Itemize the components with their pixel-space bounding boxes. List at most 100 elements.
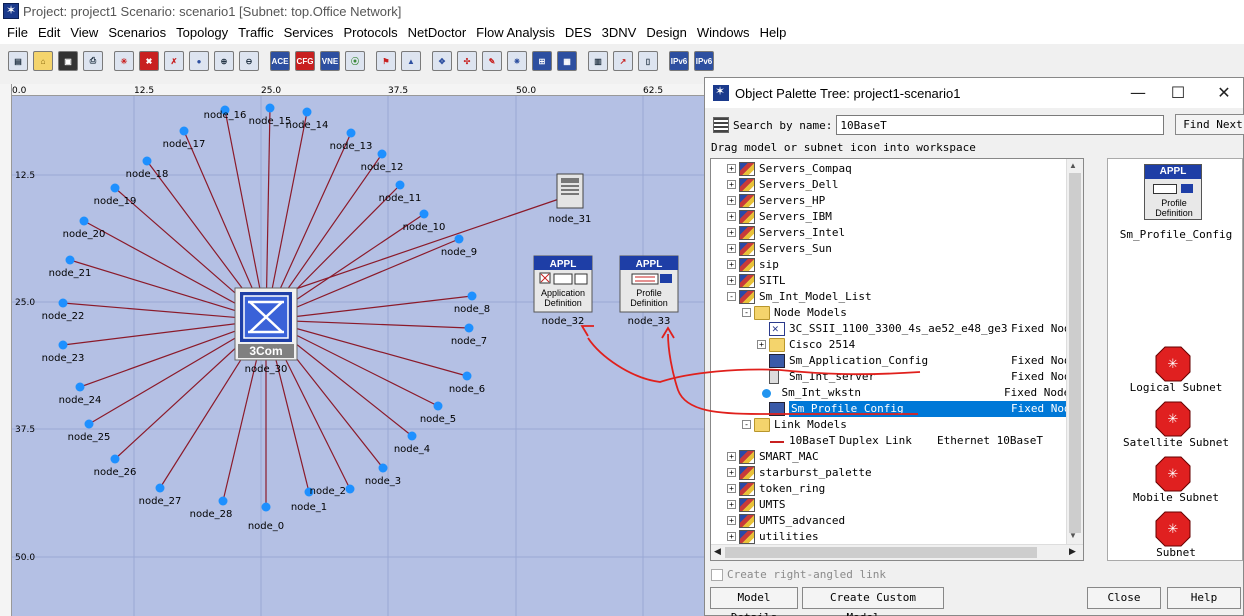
workstation-node[interactable]	[464, 323, 474, 333]
collapse-icon[interactable]: -	[742, 420, 751, 429]
tree-item[interactable]: Sm_Application_Config Fixed Node	[711, 353, 1083, 369]
zoom-in-icon[interactable]: ⊕	[214, 51, 234, 71]
workstation-node[interactable]	[407, 431, 417, 441]
tree-item[interactable]: + Servers_Sun	[711, 241, 1083, 257]
tree-item[interactable]: - Link Models	[711, 417, 1083, 433]
tree-hscroll-thumb[interactable]	[725, 547, 1037, 558]
menu-help[interactable]: Help	[755, 23, 792, 43]
tree-item[interactable]: + Servers_Intel	[711, 225, 1083, 241]
menu-topology[interactable]: Topology	[171, 23, 233, 43]
tree-item[interactable]: Sm_Int_server Fixed Node	[711, 369, 1083, 385]
workstation-node[interactable]	[75, 382, 85, 392]
tree-icon[interactable]: ⊞	[532, 51, 552, 71]
collapse-icon[interactable]: -	[727, 292, 736, 301]
tree-horizontal-scrollbar[interactable]: ◀ ▶	[711, 544, 1083, 560]
fail-icon[interactable]: ✗	[164, 51, 184, 71]
workstation-node[interactable]	[419, 209, 429, 219]
ipv6-icon[interactable]: IPv6	[669, 51, 689, 71]
workstation-node[interactable]	[378, 463, 388, 473]
expand-icon[interactable]: +	[727, 164, 736, 173]
tree-item[interactable]: Sm_Profile_Config Fixed Node	[711, 401, 1083, 417]
hub-node-30[interactable]: 3Com	[234, 287, 298, 361]
workstation-node[interactable]	[218, 496, 228, 506]
menu-3dnv[interactable]: 3DNV	[597, 23, 642, 43]
close-button[interactable]: Close	[1087, 587, 1161, 609]
tree-item[interactable]: + Servers_Compaq	[711, 161, 1083, 177]
tree-vscroll-thumb[interactable]	[1069, 173, 1081, 533]
workstation-node[interactable]	[110, 454, 120, 464]
open-icon[interactable]: ⌂	[33, 51, 53, 71]
ios-icon[interactable]: ▦	[557, 51, 577, 71]
cfg-icon[interactable]: CFG	[295, 51, 315, 71]
expand-icon[interactable]: +	[757, 340, 766, 349]
expand-icon[interactable]: +	[727, 212, 736, 221]
workstation-node[interactable]	[79, 216, 89, 226]
right-angled-link-option[interactable]: Create right-angled link	[711, 568, 886, 581]
tree-item[interactable]: + Cisco 2514	[711, 337, 1083, 353]
menu-services[interactable]: Services	[279, 23, 339, 43]
close-window-icon[interactable]: ✕	[1213, 82, 1235, 104]
expand-icon[interactable]: +	[727, 532, 736, 541]
server-node-31[interactable]	[556, 173, 584, 209]
expand-icon[interactable]: +	[727, 244, 736, 253]
expand-icon[interactable]: +	[727, 468, 736, 477]
ipv6-2-icon[interactable]: IPv6	[694, 51, 714, 71]
grid-icon[interactable]: ▥	[588, 51, 608, 71]
traffic-light-icon[interactable]: ⦿	[345, 51, 365, 71]
tree-item[interactable]: 10BaseT Duplex Link Ethernet 10BaseT	[711, 433, 1083, 449]
workstation-node[interactable]	[179, 126, 189, 136]
network-diagram[interactable]: 12.5 25.0 37.5 50.0 node_0node_1node_2no…	[12, 96, 706, 616]
rubberband-icon[interactable]: ✣	[457, 51, 477, 71]
tree-item[interactable]: 3C_SSII_1100_3300_4s_ae52_e48_ge3Fixed N…	[711, 321, 1083, 337]
expand-icon[interactable]: +	[727, 484, 736, 493]
subnet-icon[interactable]: ✳	[1155, 511, 1191, 547]
workstation-node[interactable]	[395, 180, 405, 190]
workstation-node[interactable]	[467, 291, 477, 301]
right-angled-checkbox[interactable]	[711, 568, 723, 581]
create-custom-model-button[interactable]: Create Custom Model...	[802, 587, 944, 616]
recover-icon[interactable]: ●	[189, 51, 209, 71]
tree-item[interactable]: + Servers_Dell	[711, 177, 1083, 193]
tree-item[interactable]: - Node Models	[711, 305, 1083, 321]
flag-icon[interactable]: ⚑	[376, 51, 396, 71]
workstation-node[interactable]	[265, 103, 275, 113]
menu-netdoctor[interactable]: NetDoctor	[403, 23, 472, 43]
satellite-subnet-icon[interactable]: ✳	[1155, 401, 1191, 437]
palette-tree[interactable]: + Servers_Compaq + Servers_Dell + Servers_HP +…	[710, 158, 1084, 561]
tree-item[interactable]: Sm_Int_wkstn Fixed Node	[711, 385, 1083, 401]
profile-config-node-33[interactable]: APPL Profile Definition	[619, 255, 679, 313]
tree-item[interactable]: + starburst_palette	[711, 465, 1083, 481]
delete-icon[interactable]: ✖	[139, 51, 159, 71]
tree-item[interactable]: + SMART_MAC	[711, 449, 1083, 465]
workstation-node[interactable]	[110, 183, 120, 193]
find-next-button[interactable]: Find Next	[1175, 114, 1244, 135]
expand-icon[interactable]: +	[727, 196, 736, 205]
expand-icon[interactable]: +	[727, 452, 736, 461]
expand-icon[interactable]: +	[727, 228, 736, 237]
save-icon[interactable]: ▣	[58, 51, 78, 71]
tree-item[interactable]: + token_ring	[711, 481, 1083, 497]
menu-view[interactable]: View	[65, 23, 103, 43]
menu-des[interactable]: DES	[560, 23, 597, 43]
workstation-node[interactable]	[433, 401, 443, 411]
tree-item[interactable]: + utilities	[711, 529, 1083, 545]
menu-traffic[interactable]: Traffic	[233, 23, 278, 43]
server-link[interactable]	[274, 197, 563, 297]
model-details-button[interactable]: Model Details	[710, 587, 798, 616]
scroll-right-icon[interactable]: ▶	[1069, 546, 1076, 557]
tree-item[interactable]: + Servers_IBM	[711, 209, 1083, 225]
star-icon[interactable]: ✷	[507, 51, 527, 71]
print-icon[interactable]: ⎙	[83, 51, 103, 71]
workstation-node[interactable]	[142, 156, 152, 166]
workstation-node[interactable]	[377, 149, 387, 159]
help-button[interactable]: Help	[1167, 587, 1241, 609]
tree-item[interactable]: + sip	[711, 257, 1083, 273]
collapse-icon[interactable]: -	[742, 308, 751, 317]
menu-flow-analysis[interactable]: Flow Analysis	[471, 23, 560, 43]
workstation-node[interactable]	[155, 483, 165, 493]
tree-item[interactable]: - Sm_Int_Model_List	[711, 289, 1083, 305]
scroll-left-icon[interactable]: ◀	[714, 546, 721, 557]
workstation-node[interactable]	[454, 234, 464, 244]
workstation-node[interactable]	[84, 419, 94, 429]
expand-icon[interactable]: +	[727, 500, 736, 509]
